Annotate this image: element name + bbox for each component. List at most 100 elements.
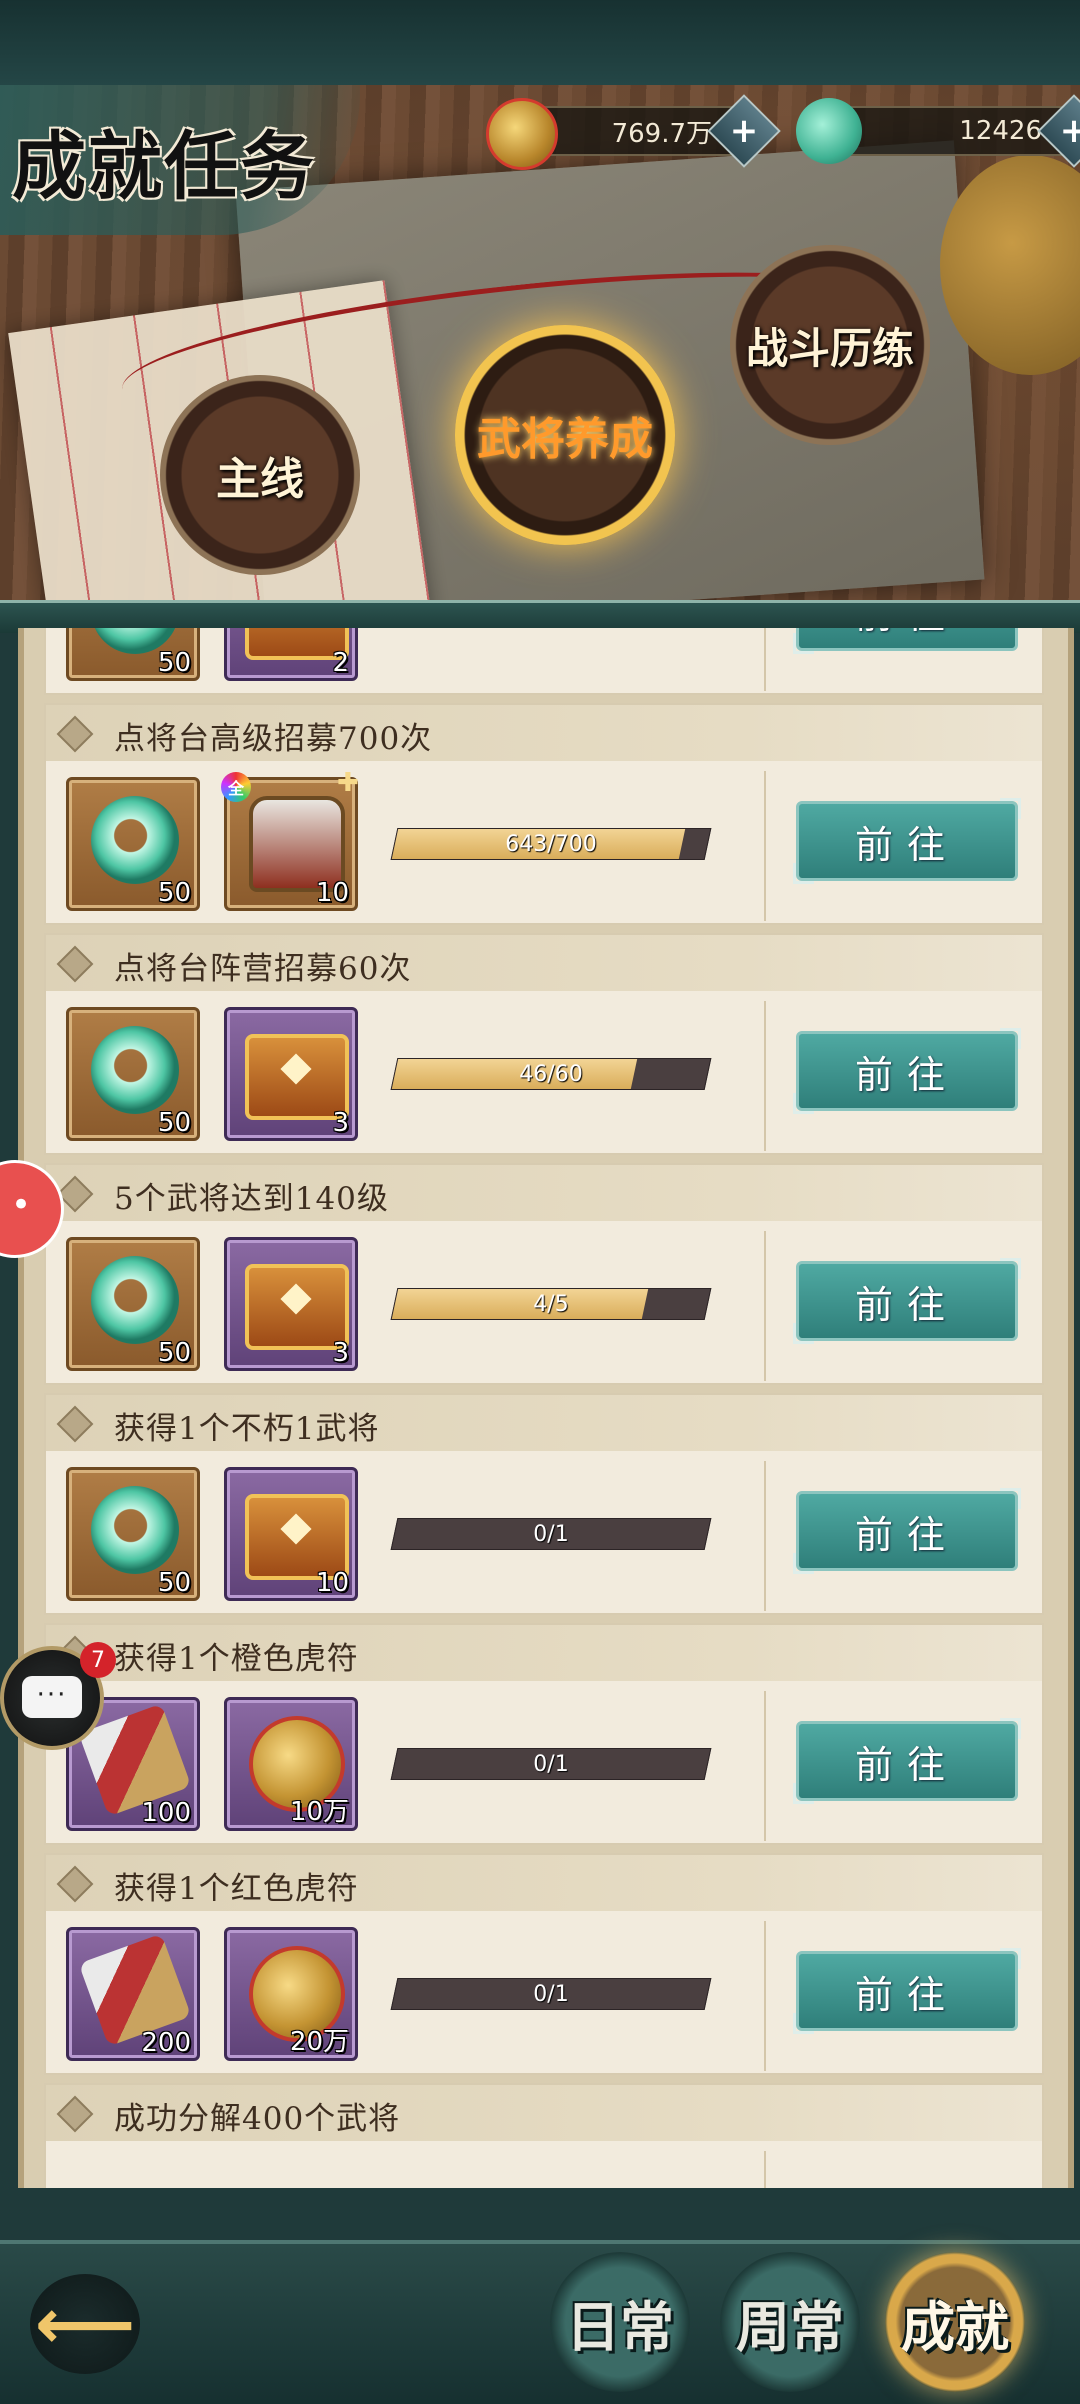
reward-item[interactable]: 50 xyxy=(66,628,200,681)
go-button[interactable]: 前往 xyxy=(793,798,1021,884)
reward-quantity: 50 xyxy=(157,1108,191,1138)
row-divider xyxy=(764,2151,766,2188)
task-header: 获得1个红色虎符 xyxy=(46,1855,1042,1911)
reward-quantity: 100 xyxy=(141,1798,191,1828)
task-title: 获得1个橙色虎符 xyxy=(114,1641,359,1677)
row-divider xyxy=(764,1231,766,1381)
go-button[interactable]: 前往 xyxy=(793,1028,1021,1114)
task-row: 获得1个不朽1武将 50 10 0/1 前往 xyxy=(44,1393,1044,1615)
reward-quantity: 2 xyxy=(332,648,349,678)
category-general-development[interactable]: 武将养成 xyxy=(455,325,675,545)
jade-dragon-icon xyxy=(796,98,862,164)
jade-amount: 12426 xyxy=(959,116,1042,146)
back-arrow-icon: ⟵ xyxy=(34,2283,136,2365)
diamond-bullet-icon xyxy=(56,1865,94,1903)
reward-item[interactable]: 200 xyxy=(66,1927,200,2061)
go-button[interactable]: 前往 xyxy=(793,1718,1021,1804)
task-header: 5个武将达到140级 xyxy=(46,1165,1042,1221)
task-progress-bar: 643/700 xyxy=(390,828,712,860)
reward-quantity: 50 xyxy=(157,648,191,678)
jade-icon xyxy=(91,1256,179,1344)
task-header: 点将台高级招募700次 xyxy=(46,705,1042,761)
task-row: 获得1个橙色虎符 100 10万 0/1 前往 xyxy=(44,1623,1044,1845)
task-row: 5个武将达到140级 50 3 4/5 前往 xyxy=(44,1163,1044,1385)
task-progress-bar: 4/5 xyxy=(390,1288,712,1320)
progress-text: 0/1 xyxy=(533,1751,569,1777)
reward-item[interactable]: 全 ✚ 10 xyxy=(221,768,359,911)
tab-weekly[interactable]: 周常 xyxy=(720,2252,860,2392)
reward-item[interactable]: 10万 xyxy=(224,1697,358,1831)
gold-currency: 769.7万 + xyxy=(486,94,781,170)
task-row: 获得1个红色虎符 200 20万 0/1 前往 xyxy=(44,1853,1044,2075)
reward-quantity: 10 xyxy=(315,878,349,908)
reward-item[interactable]: 50 xyxy=(66,777,200,911)
back-button[interactable]: ⟵ xyxy=(30,2274,140,2374)
reward-quantity: 50 xyxy=(157,1338,191,1368)
go-button[interactable]: 前往 xyxy=(793,1488,1021,1574)
gold-amount: 769.7万 xyxy=(611,118,712,149)
go-button[interactable]: 前往 xyxy=(793,628,1018,654)
diamond-bullet-icon xyxy=(56,945,94,983)
jade-icon xyxy=(91,796,179,884)
reward-quantity: 200 xyxy=(141,2028,191,2058)
reward-quantity: 3 xyxy=(332,1108,349,1138)
reward-item[interactable]: 3 xyxy=(224,1007,358,1141)
chat-dots: ··· xyxy=(36,1680,68,1710)
jade-icon xyxy=(91,1026,179,1114)
task-row: 点将台阵营招募60次 50 3 46/60 前往 xyxy=(44,933,1044,1155)
add-jade-button[interactable]: + xyxy=(1037,94,1080,168)
jade-currency-pill: 12426 + xyxy=(796,94,1080,168)
reward-item[interactable]: 3 xyxy=(224,1237,358,1371)
tab-daily[interactable]: 日常 xyxy=(550,2252,690,2392)
task-header: 获得1个不朽1武将 xyxy=(46,1395,1042,1451)
task-progress-bar: 0/1 xyxy=(390,1518,712,1550)
header-banner: 成就任务 769.7万 + 12426 + 主线 武将养成 战斗历练 xyxy=(0,85,1080,610)
go-button[interactable]: 前往 xyxy=(793,1948,1021,2034)
task-list-panel[interactable]: 502前往点将台高级招募700次50全✚10643/700前往点将台阵营招募60… xyxy=(18,628,1074,2188)
row-divider xyxy=(764,1921,766,2071)
jade-currency: 12426 + xyxy=(796,94,1080,168)
task-title: 点将台高级招募700次 xyxy=(114,721,433,757)
task-header: 获得1个橙色虎符 xyxy=(46,1625,1042,1681)
reward-item[interactable]: 2 xyxy=(224,628,358,681)
category-battle-training[interactable]: 战斗历练 xyxy=(730,245,930,445)
task-title: 5个武将达到140级 xyxy=(114,1181,389,1217)
progress-text: 0/1 xyxy=(533,1521,569,1547)
reward-item[interactable]: 50 xyxy=(66,1007,200,1141)
gold-currency-pill: 769.7万 + xyxy=(486,94,781,170)
reward-quantity: 50 xyxy=(157,878,191,908)
reward-quantity: 20万 xyxy=(289,2027,349,2057)
dots-icon: • xyxy=(11,1185,32,1225)
bottom-nav-bar: ⟵ 日常 周常 成就 xyxy=(0,2240,1080,2404)
tab-achievement[interactable]: 成就 xyxy=(885,2252,1025,2392)
progress-text: 46/60 xyxy=(519,1061,583,1087)
status-strip xyxy=(0,0,1080,85)
chat-button[interactable]: ··· 7 xyxy=(0,1642,116,1750)
sparkle-icon: ✚ xyxy=(337,768,359,798)
page-title: 成就任务 xyxy=(12,124,316,210)
diamond-bullet-icon xyxy=(56,715,94,753)
reward-quantity: 10 xyxy=(315,1568,349,1598)
task-progress-bar: 0/1 xyxy=(390,1748,712,1780)
reward-quantity: 50 xyxy=(157,1568,191,1598)
go-button[interactable]: 前往 xyxy=(793,1258,1021,1344)
chat-bubble-icon: ··· xyxy=(22,1676,82,1718)
jade-icon xyxy=(91,1486,179,1574)
task-row: 点将台高级招募700次 50 全 ✚ 10 643/700 前往 xyxy=(44,703,1044,925)
progress-text: 643/700 xyxy=(505,831,597,857)
reward-quantity: 3 xyxy=(332,1338,349,1368)
progress-text: 4/5 xyxy=(533,1291,569,1317)
reward-item[interactable]: 50 xyxy=(66,1237,200,1371)
category-main-story[interactable]: 主线 xyxy=(160,375,360,575)
task-title: 点将台阵营招募60次 xyxy=(114,951,412,987)
gold-coin-icon xyxy=(486,98,558,170)
task-row: 成功分解400个武将 xyxy=(44,2083,1044,2188)
reward-item[interactable]: 20万 xyxy=(224,1927,358,2061)
reward-item[interactable]: 50 xyxy=(66,1467,200,1601)
task-progress-bar: 0/1 xyxy=(390,1978,712,2010)
reward-item[interactable]: 10 xyxy=(224,1467,358,1601)
row-divider xyxy=(764,1461,766,1611)
reward-quantity: 10万 xyxy=(289,1797,349,1827)
row-divider xyxy=(764,1001,766,1151)
row-divider xyxy=(764,771,766,921)
